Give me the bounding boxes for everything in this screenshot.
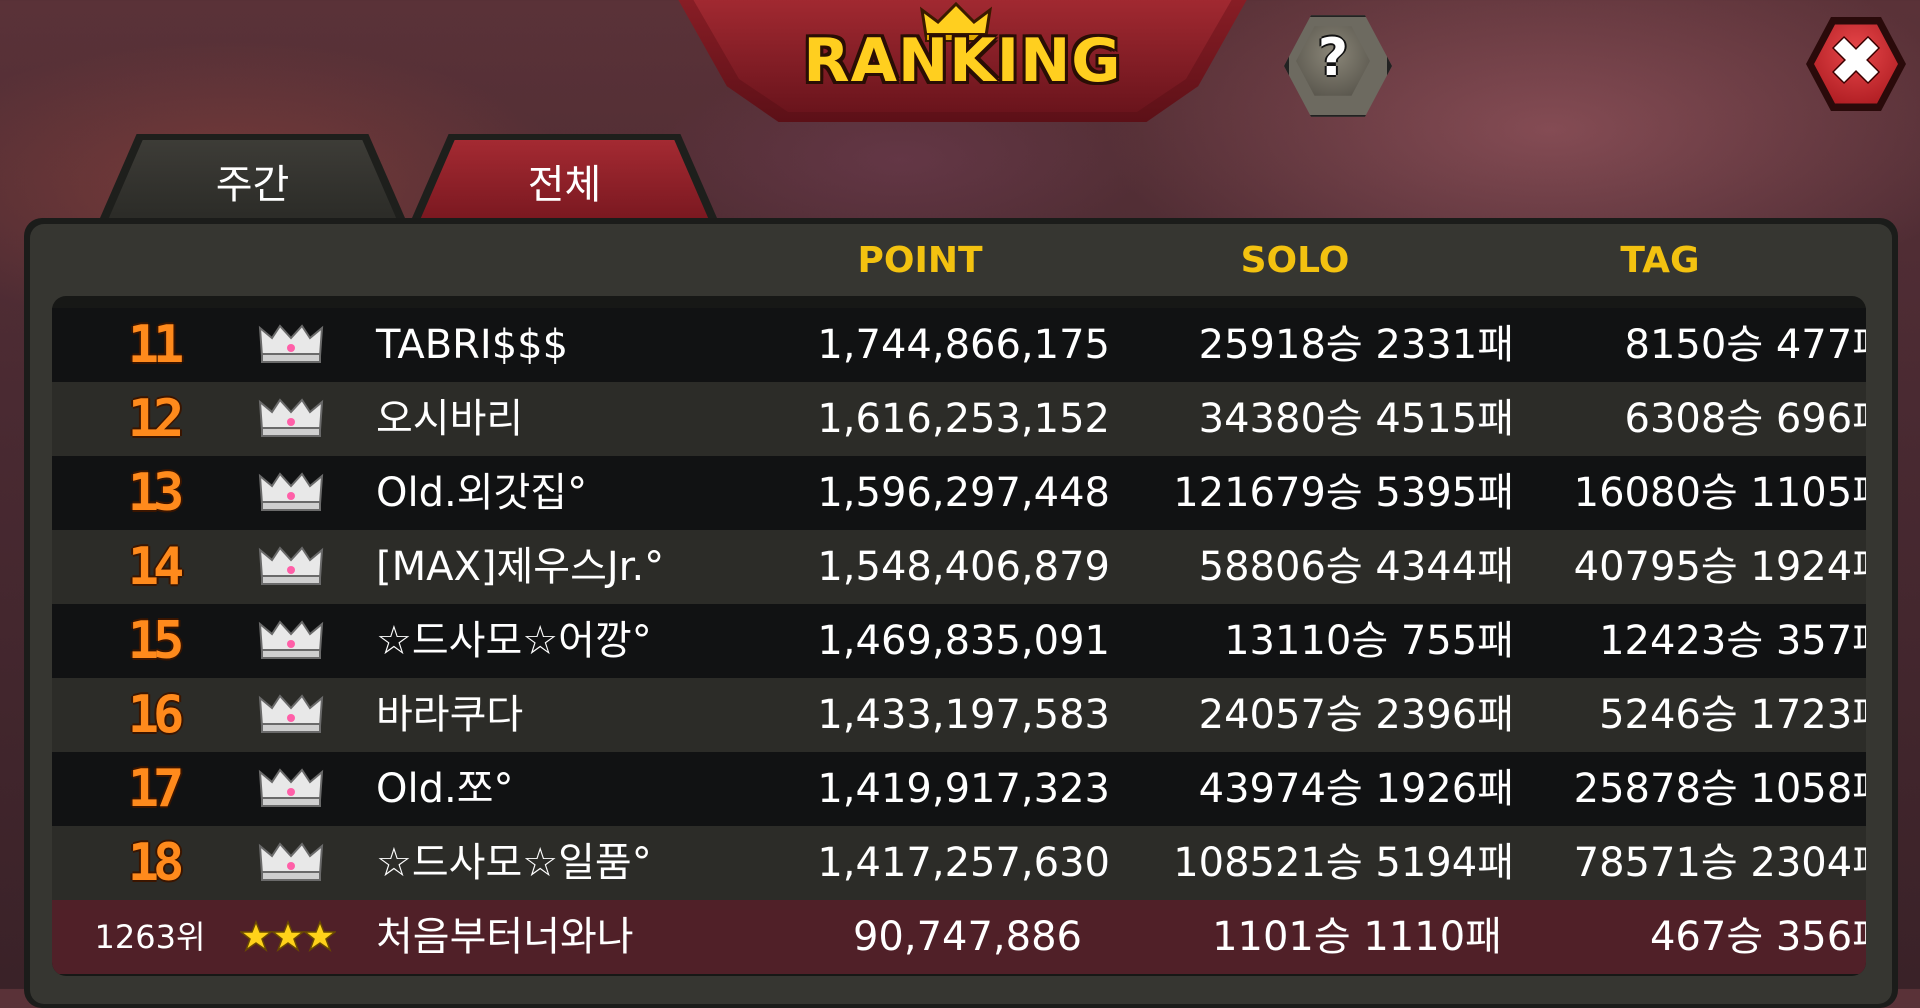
silver-crown-icon [258, 546, 324, 585]
my-ranking-row[interactable]: 1263위 처음부터너와나 90,747,886 1101승 1110패 467… [52, 900, 1866, 974]
player-name: Old.외갓집° [376, 470, 588, 516]
tab-weekly-label[interactable]: 주간 [100, 152, 405, 210]
ranking-row[interactable]: 17 Old.쪼° 1,419,917,323 43974승 1926패 258… [52, 752, 1866, 826]
ranking-row[interactable]: 16 바라쿠다 1,433,197,583 24057승 2396패 5246승… [52, 678, 1866, 752]
ranking-row[interactable]: 15 ☆드사모☆어깡° 1,469,835,091 13110승 755패 12… [52, 604, 1866, 678]
player-point: 1,744,866,175 [817, 322, 1110, 368]
three-stars-icon [240, 920, 336, 952]
player-solo-record: 13110승 755패 [1224, 618, 1514, 664]
player-solo-record: 121679승 5395패 [1173, 470, 1514, 516]
player-tag-record: 40795승 1924패 [1573, 544, 1866, 590]
player-tag-record: 6308승 696패 [1624, 396, 1866, 442]
rank-number: 11 [127, 315, 185, 375]
silver-crown-icon [258, 842, 324, 881]
player-name: ☆드사모☆일품° [376, 840, 652, 886]
column-header-tag: TAG [1620, 240, 1700, 281]
silver-crown-icon [258, 768, 324, 807]
player-tag-record: 25878승 1058패 [1573, 766, 1866, 812]
player-point: 1,417,257,630 [817, 840, 1110, 886]
player-tag-record: 8150승 477패 [1624, 322, 1866, 368]
rank-number: 15 [127, 611, 185, 671]
player-solo-record: 24057승 2396패 [1198, 692, 1514, 738]
column-header-solo: SOLO [1240, 240, 1350, 281]
silver-crown-icon [258, 472, 324, 511]
player-solo-record: 34380승 4515패 [1198, 396, 1514, 442]
question-icon[interactable]: ? [1296, 28, 1370, 88]
silver-crown-icon [258, 620, 324, 659]
player-name: TABRI$$$ [376, 322, 569, 368]
player-solo-record: 58806승 4344패 [1198, 544, 1514, 590]
player-point: 1,469,835,091 [817, 618, 1110, 664]
ranking-list[interactable]: 11 TABRI$$$ 1,744,866,175 25918승 2331패 8… [52, 296, 1866, 976]
player-tag-record: 16080승 1105패 [1573, 470, 1866, 516]
player-point: 1,596,297,448 [817, 470, 1110, 516]
player-point: 1,419,917,323 [817, 766, 1110, 812]
player-solo-record: 108521승 5194패 [1173, 840, 1514, 886]
player-point: 1,548,406,879 [817, 544, 1110, 590]
silver-crown-icon [258, 398, 324, 437]
player-name: [MAX]제우스Jr.° [376, 544, 665, 590]
silver-crown-icon [258, 694, 324, 733]
player-name: Old.쪼° [376, 766, 514, 812]
ranking-row[interactable]: 11 TABRI$$$ 1,744,866,175 25918승 2331패 8… [52, 308, 1866, 382]
rank-number: 16 [127, 685, 185, 745]
my-point: 90,747,886 [852, 914, 1082, 960]
close-icon[interactable]: ✖ [1814, 20, 1898, 104]
my-rank: 1263위 [94, 918, 206, 956]
player-solo-record: 43974승 1926패 [1198, 766, 1514, 812]
my-player-name: 처음부터너와나 [376, 914, 634, 960]
rank-number: 13 [127, 463, 185, 523]
player-point: 1,433,197,583 [817, 692, 1110, 738]
ranking-row[interactable]: 13 Old.외갓집° 1,596,297,448 121679승 5395패 … [52, 456, 1866, 530]
player-tag-record: 78571승 2304패 [1573, 840, 1866, 886]
player-name: 바라쿠다 [376, 692, 524, 738]
tab-all-label[interactable]: 전체 [412, 152, 717, 210]
rank-number: 14 [127, 537, 185, 597]
player-tag-record: 12423승 357패 [1599, 618, 1866, 664]
page-title: RANKING [803, 26, 1122, 96]
ranking-row[interactable]: 18 ☆드사모☆일품° 1,417,257,630 108521승 5194패 … [52, 826, 1866, 900]
rank-number: 12 [127, 389, 185, 449]
player-tag-record: 5246승 1723패 [1599, 692, 1866, 738]
player-solo-record: 25918승 2331패 [1198, 322, 1514, 368]
player-name: 오시바리 [376, 396, 524, 442]
silver-crown-icon [258, 324, 324, 363]
column-header-point: POINT [857, 240, 983, 281]
rank-number: 18 [127, 833, 185, 893]
my-solo-record: 1101승 1110패 [1212, 914, 1502, 960]
rank-number: 17 [127, 759, 185, 819]
my-tag-record: 467승 356패 [1649, 914, 1866, 960]
ranking-row[interactable]: 14 [MAX]제우스Jr.° 1,548,406,879 58806승 434… [52, 530, 1866, 604]
player-point: 1,616,253,152 [817, 396, 1110, 442]
player-name: ☆드사모☆어깡° [376, 618, 652, 664]
ranking-row[interactable]: 12 오시바리 1,616,253,152 34380승 4515패 6308승… [52, 382, 1866, 456]
